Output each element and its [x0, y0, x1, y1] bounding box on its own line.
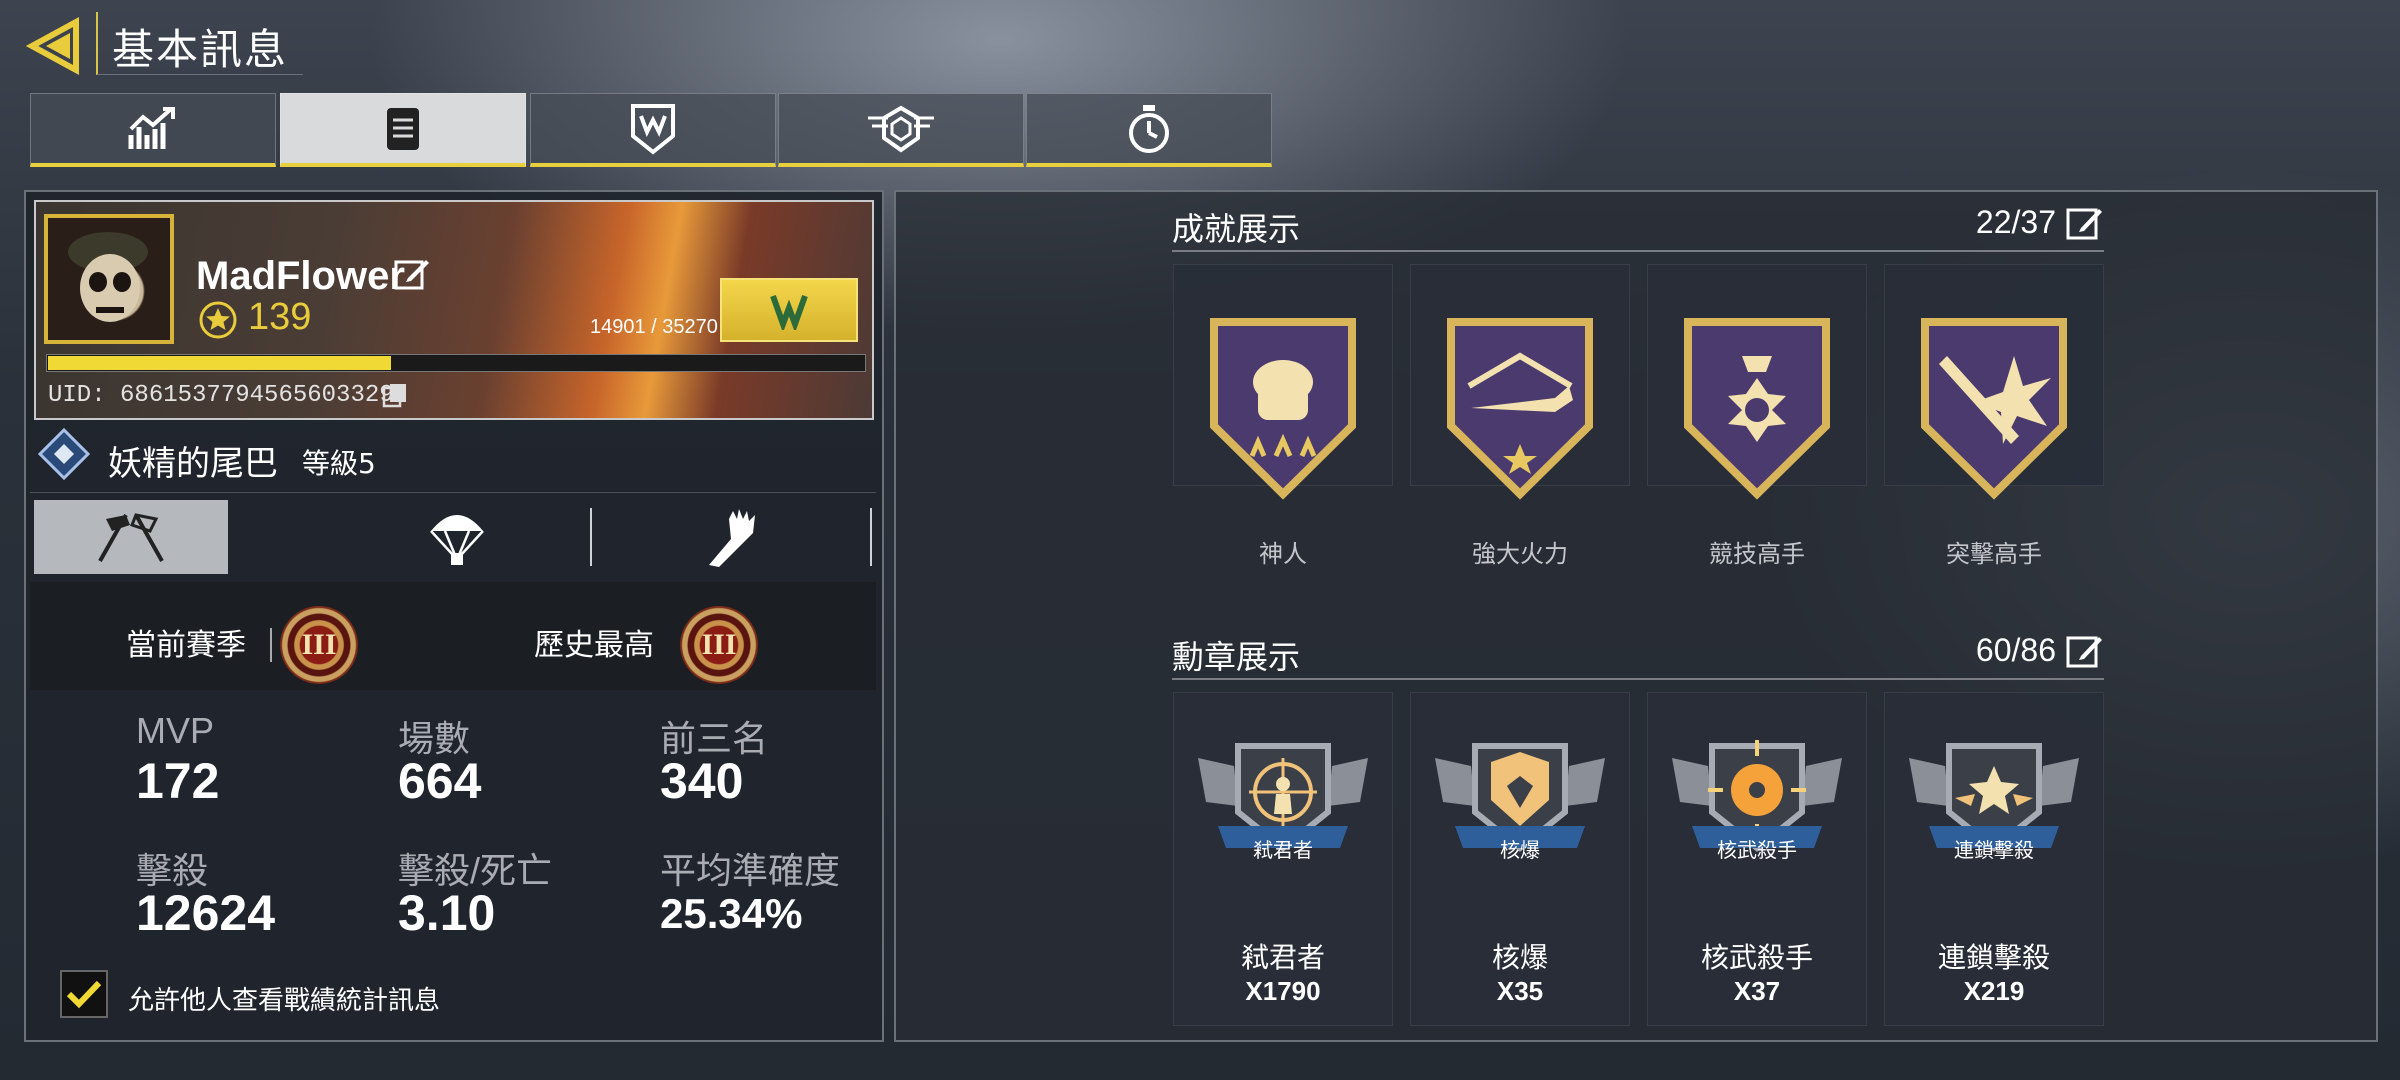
achievements-count: 22/37	[1975, 204, 2056, 240]
edit-icon	[2066, 208, 2102, 240]
uid-text: UID: 6861537794565603329	[48, 382, 394, 409]
level-star-icon	[198, 300, 238, 340]
stopwatch-icon	[1129, 104, 1169, 153]
winged-badge-icon	[868, 105, 934, 152]
clan-name: 妖精的尾巴	[108, 444, 278, 484]
edit-icon	[2066, 636, 2102, 668]
medals-title: 勳章展示	[1172, 638, 1301, 676]
medal-count: X37	[1733, 976, 1781, 1006]
best-rank-badge[interactable]: III	[680, 606, 758, 684]
skull-soldier-icon	[68, 232, 148, 322]
stat-value-top3: 340	[660, 753, 744, 809]
medal-badge-text: 核武殺手	[1717, 838, 1797, 862]
stat-label-accuracy: 平均準確度	[660, 850, 841, 891]
current-rank-badge[interactable]: III	[280, 606, 358, 684]
clan-level: 等級5	[302, 447, 376, 480]
mode-zombies[interactable]	[636, 500, 830, 574]
achievement-label: 神人	[1259, 540, 1307, 568]
medal-label: 弒君者	[1240, 941, 1325, 974]
edit-achievements-button[interactable]	[2066, 204, 2104, 242]
parachute-icon	[430, 515, 484, 565]
checkmark-icon	[66, 980, 102, 1009]
tab-basic-info[interactable]	[280, 93, 526, 167]
stat-value-accuracy: 25.34%	[660, 890, 803, 937]
soldier-helmet-shield-icon	[1210, 318, 1356, 500]
avatar[interactable]	[44, 214, 174, 344]
medal-badge-text: 連鎖擊殺	[1954, 838, 2034, 862]
showcase-panel	[894, 190, 2378, 1042]
shield-emblem-icon	[631, 103, 675, 155]
achievement-label: 競技高手	[1709, 540, 1805, 568]
clan-emblem-icon	[37, 427, 91, 481]
medal-count: X219	[1963, 976, 2025, 1006]
medal-badge-text: 弒君者	[1253, 838, 1313, 862]
mode-divider	[590, 508, 592, 566]
copy-uid-button[interactable]	[382, 382, 408, 408]
username: MadFlower	[196, 254, 405, 298]
edit-medals-button[interactable]	[2066, 632, 2104, 670]
xp-text: 14901 / 35270	[590, 316, 718, 338]
medal-label: 核爆	[1491, 941, 1548, 974]
tab-emblem[interactable]	[530, 93, 776, 167]
mode-divider	[870, 508, 872, 566]
medal-count: X1790	[1245, 976, 1321, 1006]
emblem-button[interactable]	[720, 278, 858, 342]
tab-timer[interactable]	[1026, 93, 1272, 167]
allow-stats-label: 允許他人查看戰績統計訊息	[128, 986, 441, 1016]
mode-battle-royale[interactable]	[360, 500, 554, 574]
stat-value-mvp: 172	[136, 753, 220, 809]
medal-label: 核武殺手	[1700, 941, 1813, 974]
edit-name-button[interactable]	[394, 256, 430, 292]
mode-multiplayer[interactable]	[34, 500, 228, 574]
stat-label-mvp: MVP	[136, 710, 215, 751]
rifle-shield-icon	[1921, 318, 2067, 500]
back-button[interactable]	[25, 16, 86, 76]
current-rank-text: III	[301, 628, 337, 661]
stats-chart-icon	[128, 106, 175, 149]
medal-label: 連鎖擊殺	[1937, 941, 2050, 974]
medal-count: X35	[1496, 976, 1544, 1006]
best-season-label: 歷史最高	[534, 628, 654, 663]
page-title: 基本訊息	[112, 25, 289, 74]
zombie-hand-icon	[709, 509, 755, 567]
player-level: 139	[248, 296, 312, 338]
stat-value-matches: 664	[398, 753, 482, 809]
achievement-label: 強大火力	[1472, 540, 1568, 568]
allow-stats-checkbox[interactable]	[60, 970, 108, 1018]
edit-icon	[394, 260, 429, 290]
best-rank-text: III	[701, 628, 737, 661]
aircraft-shield-icon	[1447, 318, 1593, 500]
cross-medal-shield-icon	[1684, 318, 1830, 500]
back-arrow-icon	[25, 16, 79, 76]
emblem-icon	[770, 294, 808, 330]
xp-progress-fill	[48, 356, 391, 370]
medals-divider	[1172, 678, 2104, 680]
medals-count: 60/86	[1975, 632, 2056, 668]
stat-value-kills: 12624	[136, 885, 276, 941]
tab-stats[interactable]	[30, 93, 276, 167]
stat-value-kd: 3.10	[398, 885, 496, 941]
copy-icon	[382, 384, 406, 408]
season-divider	[270, 628, 272, 662]
achievements-title: 成就展示	[1172, 210, 1301, 248]
multiplayer-flags-icon	[98, 513, 164, 562]
medal-badge-text: 核爆	[1500, 838, 1540, 862]
achievements-divider	[1172, 250, 2104, 252]
document-icon	[387, 107, 419, 150]
current-season-label: 當前賽季	[126, 628, 246, 663]
achievement-label: 突擊高手	[1946, 540, 2042, 568]
tab-ranked[interactable]	[778, 93, 1024, 167]
